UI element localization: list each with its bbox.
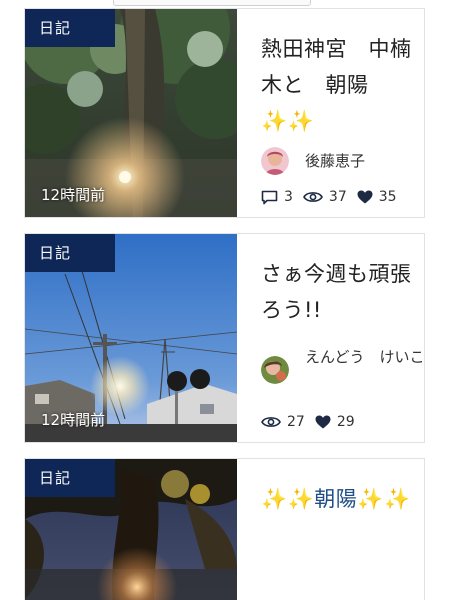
article-card[interactable]: 日記 12時間前 熱田神宮 中楠木と 朝陽✨✨ 後藤恵子 3 37 35	[24, 8, 425, 218]
avatar[interactable]	[261, 147, 289, 175]
top-bar	[0, 0, 450, 8]
like-stat[interactable]: 29	[315, 414, 355, 430]
comment-icon	[261, 190, 278, 204]
like-count: 29	[336, 414, 355, 430]
article-title[interactable]: さぁ今週も頑張ろう!!	[261, 256, 416, 328]
category-badge[interactable]: 日記	[25, 9, 115, 47]
author-name[interactable]: 後藤恵子	[305, 149, 365, 173]
heart-icon[interactable]	[357, 190, 373, 204]
stats: 3 37 35	[261, 189, 407, 205]
comment-stat: 3	[261, 189, 293, 205]
comment-count: 3	[284, 189, 293, 205]
view-count: 27	[287, 414, 305, 430]
author[interactable]: えんどう けいこ	[261, 344, 424, 384]
eye-icon	[261, 417, 281, 427]
article-card[interactable]: 日記 ✨✨朝陽✨✨	[24, 458, 425, 600]
author-name[interactable]: えんどう けいこ	[305, 344, 424, 370]
avatar[interactable]	[261, 356, 289, 384]
view-count: 37	[328, 189, 347, 205]
article-card[interactable]: 日記 12時間前 さぁ今週も頑張ろう!! えんどう けいこ 27 29	[24, 233, 425, 443]
author[interactable]: 後藤恵子	[261, 147, 365, 175]
top-tab-fragment[interactable]	[113, 0, 311, 6]
post-time: 12時間前	[41, 186, 106, 204]
like-stat[interactable]: 35	[357, 189, 397, 205]
stats: 27 29	[261, 414, 365, 430]
eye-icon	[303, 192, 323, 202]
category-badge[interactable]: 日記	[25, 234, 115, 272]
article-thumbnail[interactable]: 日記 12時間前	[25, 234, 237, 442]
article-title[interactable]: ✨✨朝陽✨✨	[261, 481, 416, 517]
article-thumbnail[interactable]: 日記	[25, 459, 237, 600]
article-title[interactable]: 熱田神宮 中楠木と 朝陽✨✨	[261, 31, 416, 139]
heart-icon[interactable]	[315, 415, 331, 429]
view-stat: 37	[303, 189, 347, 205]
view-stat: 27	[261, 414, 305, 430]
article-thumbnail[interactable]: 日記 12時間前	[25, 9, 237, 217]
post-time: 12時間前	[41, 411, 106, 429]
like-count: 35	[378, 189, 397, 205]
category-badge[interactable]: 日記	[25, 459, 115, 497]
